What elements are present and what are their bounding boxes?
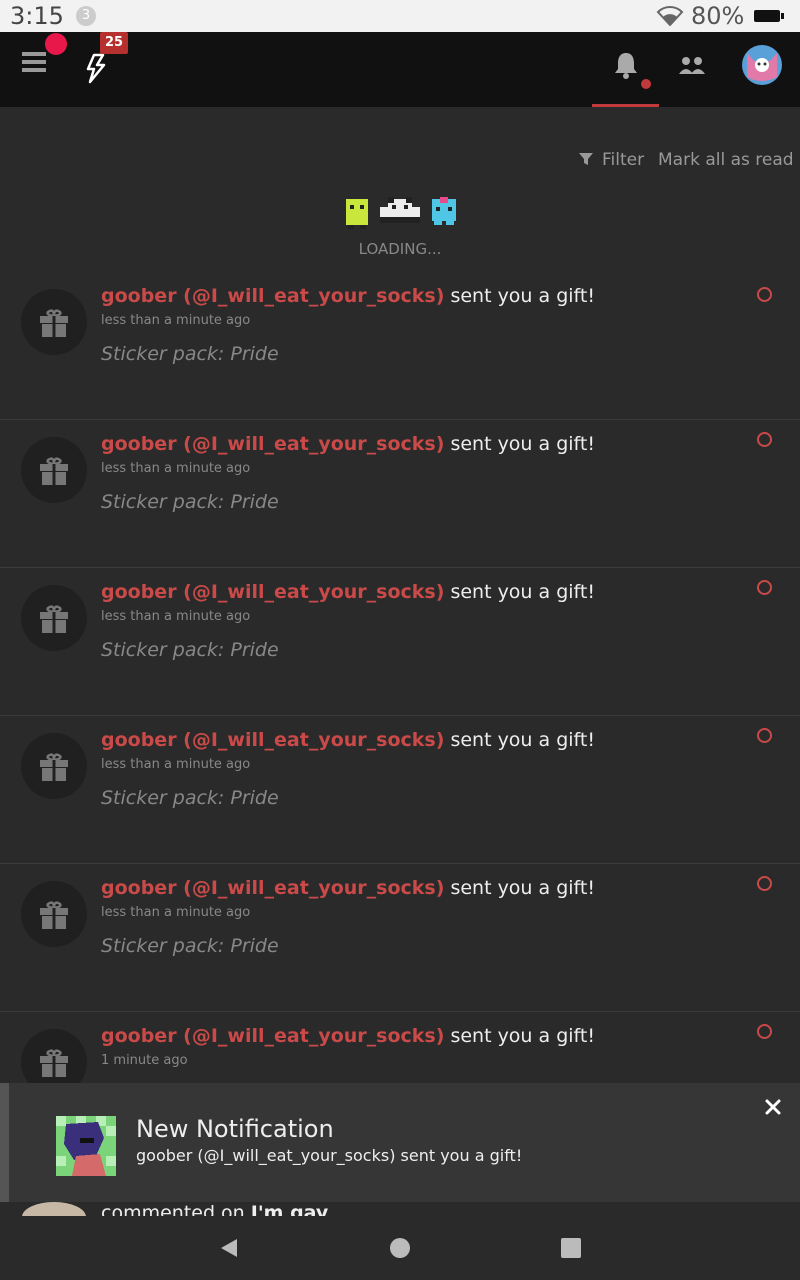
notification-title: goober (@I_will_eat_your_socks) sent you… [101, 729, 595, 751]
notification-user-link[interactable]: goober (@I_will_eat_your_socks) [101, 877, 444, 899]
notification-title: goober (@I_will_eat_your_socks) sent you… [101, 433, 595, 455]
notification-item[interactable]: goober (@I_will_eat_your_socks) sent you… [0, 271, 800, 420]
notification-action: sent you a gift! [444, 877, 595, 899]
gift-icon [40, 309, 68, 337]
gift-icon [40, 753, 68, 781]
toast-avatar [56, 1116, 116, 1176]
toast-body: goober (@I_will_eat_your_socks) sent you… [136, 1146, 523, 1165]
notification-time: less than a minute ago [101, 905, 251, 920]
notification-item[interactable]: goober (@I_will_eat_your_socks) sent you… [0, 419, 800, 568]
notification-action: sent you a gift! [444, 1025, 595, 1047]
notification-user-link[interactable]: goober (@I_will_eat_your_socks) [101, 581, 444, 603]
new-notification-toast[interactable]: New Notification goober (@I_will_eat_you… [0, 1083, 800, 1202]
notification-action: sent you a gift! [444, 729, 595, 751]
notification-detail: Sticker pack: Pride [101, 787, 279, 809]
notification-time: less than a minute ago [101, 609, 251, 624]
notification-item[interactable]: goober (@I_will_eat_your_socks) sent you… [0, 567, 800, 716]
bell-unread-dot [641, 79, 651, 89]
notification-detail: Sticker pack: Pride [101, 935, 279, 957]
notification-user-link[interactable]: goober (@I_will_eat_your_socks) [101, 729, 444, 751]
menu-alert-dot [45, 33, 67, 55]
notification-action: sent you a gift! [444, 581, 595, 603]
lightning-count-badge: 25 [100, 32, 129, 54]
gift-icon-circle [21, 585, 87, 651]
close-icon[interactable] [763, 1097, 783, 1117]
home-icon[interactable] [390, 1238, 410, 1258]
back-icon[interactable] [219, 1238, 239, 1258]
notification-action: sent you a gift! [444, 433, 595, 455]
loading-text: LOADING... [358, 240, 442, 258]
notification-detail: Sticker pack: Pride [101, 491, 279, 513]
mark-all-read-button[interactable]: Mark all as read [658, 150, 794, 170]
loading-sprites [346, 197, 456, 229]
battery-percent: 80% [691, 2, 745, 30]
unread-indicator[interactable] [757, 580, 772, 595]
notification-user-link[interactable]: goober (@I_will_eat_your_socks) [101, 285, 444, 307]
notifications-toolbar: Filter Mark all as read [0, 145, 800, 175]
notification-user-link[interactable]: goober (@I_will_eat_your_socks) [101, 1025, 444, 1047]
green-sprite [346, 199, 368, 229]
notification-user-link[interactable]: goober (@I_will_eat_your_socks) [101, 433, 444, 455]
user-avatar[interactable] [742, 45, 782, 85]
unread-indicator[interactable] [757, 287, 772, 302]
notification-item[interactable]: goober (@I_will_eat_your_socks) sent you… [0, 863, 800, 1012]
notification-action: sent you a gift! [444, 285, 595, 307]
gift-icon [40, 901, 68, 929]
notification-title: goober (@I_will_eat_your_socks) sent you… [101, 1025, 595, 1047]
gift-icon-circle [21, 437, 87, 503]
unread-indicator[interactable] [757, 1024, 772, 1039]
toast-accent-bar [0, 1083, 9, 1202]
menu-icon[interactable] [22, 52, 46, 76]
app-bar: 25 [0, 32, 800, 107]
panda-sprite [380, 197, 420, 223]
unread-indicator[interactable] [757, 876, 772, 891]
filter-label: Filter [602, 150, 645, 170]
status-time: 3:15 [10, 2, 64, 30]
gift-icon [40, 457, 68, 485]
blue-sprite [432, 197, 456, 225]
notification-time: less than a minute ago [101, 313, 251, 328]
notification-time: 1 minute ago [101, 1053, 188, 1068]
notification-time: less than a minute ago [101, 461, 251, 476]
gift-icon-circle [21, 289, 87, 355]
bell-icon[interactable] [612, 50, 640, 80]
notification-detail: Sticker pack: Pride [101, 343, 279, 365]
notification-title: goober (@I_will_eat_your_socks) sent you… [101, 285, 595, 307]
friends-icon[interactable] [678, 52, 706, 80]
battery-icon [754, 10, 784, 22]
notification-title: goober (@I_will_eat_your_socks) sent you… [101, 877, 595, 899]
unread-indicator[interactable] [757, 728, 772, 743]
unread-indicator[interactable] [757, 432, 772, 447]
gift-icon-circle [21, 733, 87, 799]
notification-item[interactable]: goober (@I_will_eat_your_socks) sent you… [0, 715, 800, 864]
wifi-icon [656, 6, 684, 26]
status-bar: 3:15 3 80% [0, 0, 800, 32]
notification-time: less than a minute ago [101, 757, 251, 772]
gift-icon [40, 605, 68, 633]
filter-icon [579, 153, 593, 165]
gift-icon-circle [21, 881, 87, 947]
gift-icon [40, 1049, 68, 1077]
recent-apps-icon[interactable] [561, 1238, 581, 1258]
active-tab-indicator [592, 104, 659, 107]
system-nav-bar [0, 1216, 800, 1280]
status-notification-count: 3 [76, 6, 96, 26]
notification-title: goober (@I_will_eat_your_socks) sent you… [101, 581, 595, 603]
toast-title: New Notification [136, 1115, 334, 1143]
notification-detail: Sticker pack: Pride [101, 639, 279, 661]
filter-button[interactable]: Filter [578, 150, 644, 170]
lightning-icon[interactable] [82, 52, 112, 84]
